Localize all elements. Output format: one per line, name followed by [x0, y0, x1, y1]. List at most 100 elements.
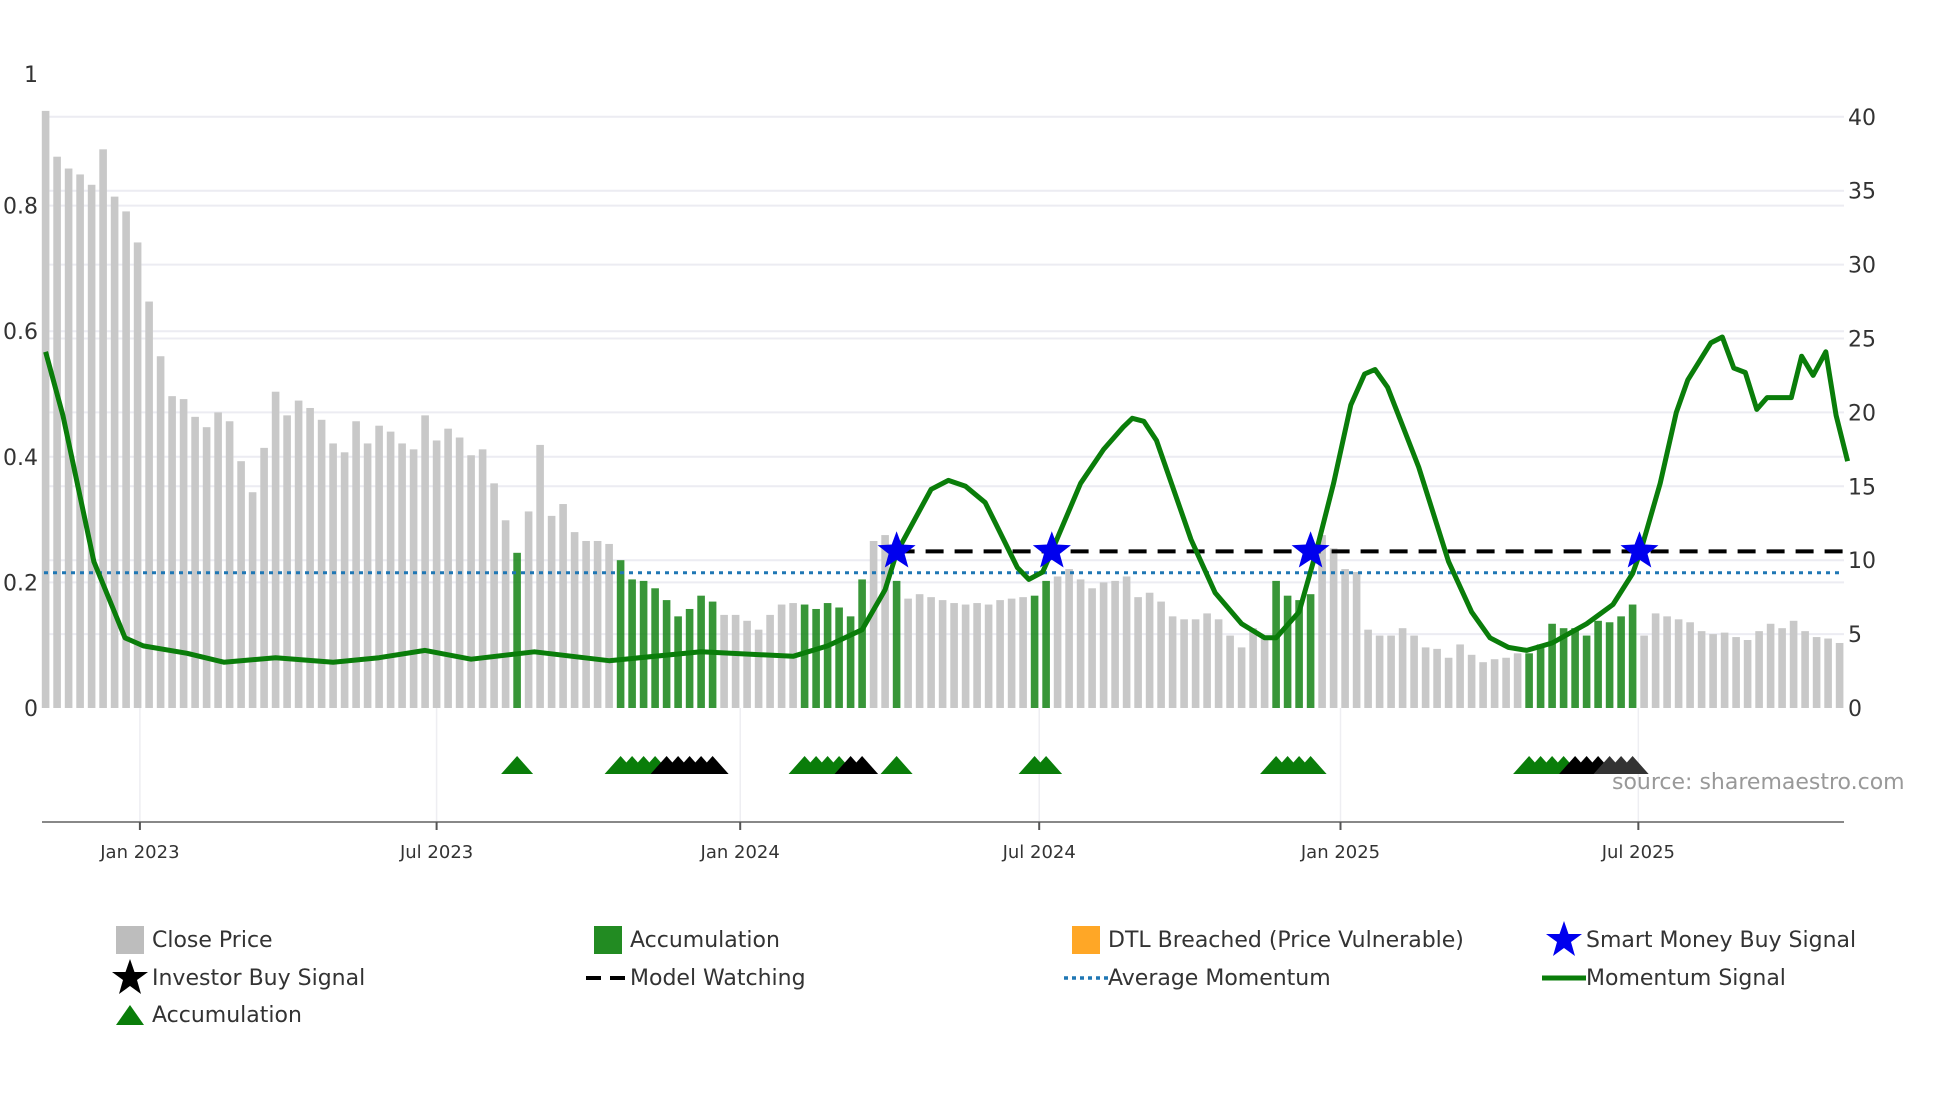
accumulation-triangle	[880, 756, 913, 774]
accumulation-bar	[1306, 594, 1315, 708]
close-price-bar	[1502, 657, 1510, 708]
close-price-bar	[1812, 637, 1821, 708]
close-price-bar	[1755, 631, 1763, 708]
right-tick-label: 0	[1848, 697, 1862, 722]
close-price-bar	[225, 421, 234, 708]
close-price-bar	[524, 511, 533, 708]
close-price-bar	[1352, 572, 1361, 708]
close-price-bar	[1433, 648, 1441, 708]
close-price-bar	[1226, 635, 1234, 708]
close-price-bar	[559, 504, 567, 708]
close-price-bar	[570, 532, 579, 708]
chart: Jan 2023 Jul 2023 Jan 2024 Jul 2024 Jan 2025…	[3, 63, 1876, 863]
close-price-bar	[1398, 628, 1407, 708]
accumulation-bar	[1617, 616, 1625, 708]
right-tick-label: 20	[1848, 401, 1876, 426]
close-price-bar	[950, 603, 958, 708]
accumulation-bar	[1042, 580, 1050, 708]
price-bars	[41, 110, 1844, 709]
close-price-bar	[329, 443, 337, 708]
close-price-bar	[421, 415, 429, 708]
close-price-bar	[363, 443, 372, 708]
close-price-bar	[501, 520, 510, 708]
close-price-bar	[605, 543, 613, 708]
close-price-bar	[961, 604, 970, 708]
close-price-bar	[1663, 616, 1671, 708]
close-price-bar	[340, 452, 349, 708]
right-tick-label: 30	[1848, 254, 1876, 279]
left-tick-label: 0.6	[3, 320, 38, 345]
close-price-bar	[1789, 620, 1798, 708]
close-price-bar	[1513, 653, 1522, 708]
smart-money-buy-star	[1032, 531, 1071, 568]
close-price-bar	[202, 427, 211, 708]
x-tick-label: Jan 2024	[700, 842, 780, 863]
accumulation-bar	[858, 579, 866, 708]
smart-money-buy-star	[1620, 531, 1659, 568]
accumulation-bar	[800, 604, 809, 708]
close-price-bar	[1824, 638, 1832, 708]
momentum-signal-line	[43, 334, 1851, 665]
right-tick-label: 15	[1848, 475, 1876, 500]
close-price-bar	[996, 600, 1004, 708]
right-tick-label: 5	[1848, 623, 1862, 648]
close-price-bar	[237, 461, 245, 708]
close-price-bar	[1237, 647, 1246, 708]
close-price-bar	[1444, 657, 1453, 708]
close-price-bar	[1364, 629, 1372, 708]
accumulation-bar	[639, 580, 648, 708]
close-price-bar	[179, 399, 188, 708]
close-price-bar	[467, 455, 475, 708]
accumulation-bar	[1605, 622, 1614, 708]
close-price-bar	[1157, 601, 1165, 708]
close-price-bar	[1720, 632, 1729, 708]
close-price-bar	[110, 196, 119, 708]
accumulation-bar	[1548, 623, 1556, 708]
close-price-bar	[938, 600, 947, 708]
accumulation-bar	[513, 552, 521, 708]
accumulation-bar	[812, 608, 820, 708]
close-price-bar	[593, 540, 602, 708]
close-price-bar	[260, 447, 268, 708]
close-price-bar	[1088, 588, 1096, 708]
close-price-bar	[1479, 662, 1487, 708]
close-price-bar	[1421, 647, 1430, 708]
close-price-bar	[1467, 654, 1476, 708]
close-price-bar	[1168, 616, 1177, 708]
close-price-bar	[973, 603, 981, 708]
close-price-bar	[1134, 597, 1142, 708]
close-price-bar	[547, 515, 556, 708]
close-price-bar	[766, 614, 774, 708]
close-price-bar	[156, 356, 165, 708]
x-tick-label: Jul 2023	[399, 842, 473, 863]
close-price-bar	[375, 425, 383, 708]
accumulation-bar	[892, 580, 901, 708]
close-price-bar	[317, 419, 326, 708]
x-tick-label: Jan 2025	[1300, 842, 1380, 863]
close-price-bar	[248, 492, 257, 708]
x-tick-label: Jul 2024	[1002, 842, 1076, 863]
accumulation-bar	[628, 579, 636, 708]
close-price-bar	[1640, 635, 1648, 708]
close-price-bar	[1410, 635, 1418, 708]
close-price-bar	[41, 110, 50, 708]
close-price-bar	[720, 614, 728, 708]
accumulation-bar	[674, 616, 682, 708]
close-price-bar	[1743, 640, 1752, 708]
close-price-bar	[191, 416, 199, 708]
close-price-bar	[1076, 579, 1085, 708]
accumulation-bar	[1594, 620, 1602, 708]
close-price-bar	[869, 540, 878, 708]
left-tick-label: 0.4	[3, 446, 38, 471]
close-price-bar	[444, 428, 452, 708]
accumulation-bar	[823, 603, 832, 708]
accumulation-bar	[651, 588, 659, 708]
close-price-bar	[133, 242, 142, 708]
close-price-bar	[1686, 622, 1694, 708]
close-price-bar	[1249, 628, 1257, 708]
close-price-bar	[1111, 580, 1119, 708]
close-price-bar	[1766, 623, 1775, 708]
close-price-bar	[1778, 628, 1786, 708]
close-price-bar	[1260, 635, 1269, 708]
close-price-bar	[283, 415, 291, 708]
